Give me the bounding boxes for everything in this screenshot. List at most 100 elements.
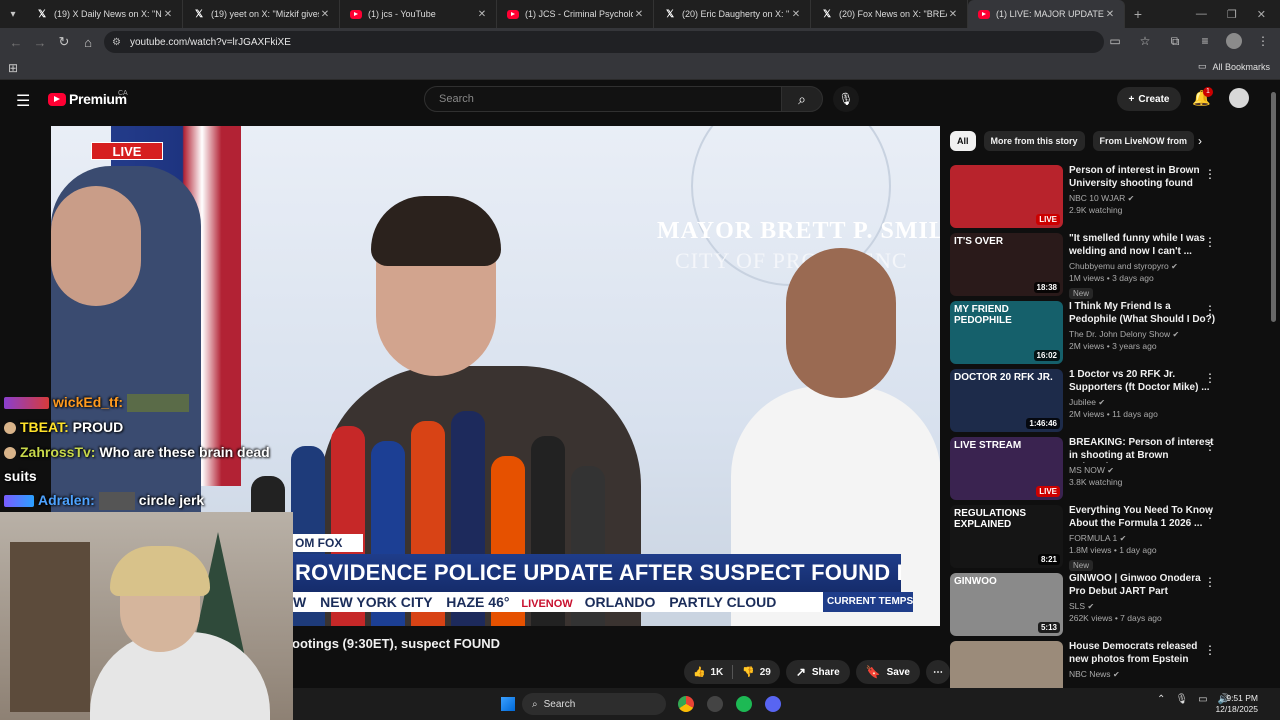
chip-all[interactable]: All — [950, 131, 976, 151]
reload-icon[interactable]: ↻ — [52, 34, 76, 50]
browser-tab[interactable]: 𝕏 (19) X Daily News on X: "NEWS✕ — [26, 0, 183, 28]
account-avatar[interactable] — [1229, 88, 1249, 108]
more-vertical-icon[interactable]: ⋮ — [1204, 643, 1216, 657]
browser-tab[interactable]: (1) JCS - Criminal Psychology -✕ — [497, 0, 654, 28]
channel-name[interactable]: Chubbyemu and styropyro ✔ — [1069, 261, 1217, 271]
tab-close-icon[interactable]: ✕ — [947, 9, 959, 20]
dislike-button[interactable]: 👎 29 — [733, 667, 780, 678]
video-thumbnail[interactable]: DOCTOR 20 RFK JR. 1:46:46 — [950, 369, 1063, 432]
tab-close-icon[interactable]: ✕ — [476, 9, 488, 20]
new-tab-button[interactable]: + — [1125, 6, 1151, 22]
apps-grid-icon[interactable]: ⊞ — [8, 61, 18, 75]
spotify-icon[interactable] — [736, 696, 752, 712]
chip-more-from-story[interactable]: More from this story — [983, 131, 1085, 151]
taskbar-search[interactable]: ⌕ Search — [522, 693, 666, 715]
windows-start-icon[interactable] — [501, 697, 515, 711]
create-button[interactable]: + Create — [1117, 87, 1181, 111]
more-vertical-icon[interactable]: ⋮ — [1204, 235, 1216, 249]
tab-close-icon[interactable]: ✕ — [162, 9, 174, 20]
more-vertical-icon[interactable]: ⋮ — [1204, 439, 1216, 453]
obs-icon[interactable] — [707, 696, 723, 712]
network-icon[interactable]: ▭ — [1198, 694, 1207, 705]
video-title[interactable]: 1 Doctor vs 20 RFK Jr. Supporters (ft Do… — [1069, 369, 1217, 395]
tab-close-icon[interactable]: ✕ — [633, 9, 645, 20]
like-dislike-group: 👍 1K 👎 29 — [684, 660, 780, 684]
extensions-icon[interactable]: ⧉ — [1166, 32, 1184, 50]
back-icon[interactable]: ← — [4, 35, 28, 50]
video-thumbnail[interactable]: LIVE — [950, 165, 1063, 228]
youtube-logo[interactable]: Premium — [48, 91, 127, 107]
channel-name[interactable]: Jubilee ✔ — [1069, 397, 1217, 407]
more-vertical-icon[interactable]: ⋮ — [1204, 303, 1216, 317]
cast-icon[interactable]: ▭ — [1106, 32, 1124, 50]
more-vertical-icon[interactable]: ⋮ — [1204, 575, 1216, 589]
taskbar-clock[interactable]: 9:51 PM 12/18/2025 — [1215, 693, 1258, 715]
video-thumbnail[interactable]: GINWOO 5:13 — [950, 573, 1063, 636]
tab-close-icon[interactable]: ✕ — [790, 9, 802, 20]
video-title[interactable]: I Think My Friend Is a Pedophile (What S… — [1069, 301, 1217, 327]
reading-list-icon[interactable]: ≡ — [1196, 32, 1214, 50]
channel-name[interactable]: The Dr. John Delony Show ✔ — [1069, 329, 1217, 339]
menu-icon[interactable]: ☰ — [16, 91, 30, 111]
voice-search-button[interactable]: 🎙 — [833, 86, 859, 112]
more-actions-button[interactable]: ⋯ — [926, 660, 950, 684]
browser-tab[interactable]: (1) jcs - YouTube ✕ — [340, 0, 497, 28]
video-thumbnail[interactable]: IT'S OVER 18:38 — [950, 233, 1063, 296]
video-thumbnail[interactable]: LIVE STREAM LIVE — [950, 437, 1063, 500]
profile-avatar[interactable] — [1226, 33, 1242, 49]
recommendation-item[interactable]: MY FRIEND PEDOPHILE 16:02 I Think My Frien… — [950, 301, 1230, 369]
more-vertical-icon[interactable]: ⋮ — [1204, 371, 1216, 385]
address-bar[interactable]: ⚙ youtube.com/watch?v=lrJGAXFkiXE — [104, 31, 1104, 53]
page-scrollbar[interactable] — [1271, 92, 1276, 322]
tab-close-icon[interactable]: ✕ — [319, 9, 331, 20]
microphone-icon[interactable]: 🎙 — [1175, 694, 1188, 705]
more-vertical-icon[interactable]: ⋮ — [1204, 507, 1216, 521]
video-title[interactable]: Everything You Need To Know About the Fo… — [1069, 505, 1217, 531]
chevron-up-icon[interactable]: ⌃ — [1157, 694, 1165, 705]
recommendation-item[interactable]: IT'S OVER 18:38 "It smelled funny while I … — [950, 233, 1230, 301]
browser-tab[interactable]: 𝕏 (20) Fox News on X: "BREAKING✕ — [811, 0, 968, 28]
site-info-icon[interactable]: ⚙ — [112, 37, 124, 48]
video-thumbnail[interactable]: REGULATIONS EXPLAINED 8:21 — [950, 505, 1063, 568]
bookmark-star-icon[interactable]: ☆ — [1136, 32, 1154, 50]
recommendation-item[interactable]: GINWOO 5:13 GINWOO | Ginwoo Onodera Pro De… — [950, 573, 1230, 641]
channel-name[interactable]: MS NOW ✔ — [1069, 465, 1217, 475]
verified-icon: ✔ — [1119, 534, 1127, 543]
all-bookmarks-button[interactable]: ▭ All Bookmarks — [1198, 61, 1270, 72]
video-title[interactable]: Person of interest in Brown University s… — [1069, 165, 1217, 191]
minimize-icon[interactable]: — — [1196, 8, 1207, 20]
recommendation-item[interactable]: REGULATIONS EXPLAINED 8:21 Everything You … — [950, 505, 1230, 573]
save-button[interactable]: 🔖 Save — [855, 660, 920, 684]
tab-search-icon[interactable]: ▾ — [0, 0, 26, 28]
chevron-right-icon[interactable]: › — [1198, 134, 1202, 148]
like-button[interactable]: 👍 1K — [684, 667, 732, 678]
video-title[interactable]: GINWOO | Ginwoo Onodera Pro Debut JART P… — [1069, 573, 1217, 599]
browser-tab[interactable]: 𝕏 (20) Eric Daugherty on X: " ✕ — [654, 0, 811, 28]
home-icon[interactable]: ⌂ — [76, 35, 100, 50]
channel-name[interactable]: FORMULA 1 ✔ — [1069, 533, 1217, 543]
browser-tab[interactable]: 𝕏 (19) yeet on X: "Mizkif gives a s✕ — [183, 0, 340, 28]
tab-close-icon[interactable]: ✕ — [1104, 9, 1116, 20]
share-button[interactable]: ↗ Share — [785, 660, 850, 684]
channel-name[interactable]: SLS ✔ — [1069, 601, 1217, 611]
recommendation-item[interactable]: LIVE STREAM LIVE BREAKING: Person of inter… — [950, 437, 1230, 505]
more-vertical-icon[interactable]: ⋮ — [1204, 167, 1216, 181]
channel-name[interactable]: NBC News ✔ — [1069, 669, 1217, 679]
close-window-icon[interactable]: ✕ — [1257, 8, 1266, 21]
search-button[interactable]: ⌕ — [781, 86, 823, 112]
forward-icon[interactable]: → — [28, 35, 52, 50]
chrome-icon[interactable] — [678, 696, 694, 712]
chip-from-channel[interactable]: From LiveNOW from — [1092, 131, 1195, 151]
recommendation-item[interactable]: DOCTOR 20 RFK JR. 1:46:46 1 Doctor vs 20 R… — [950, 369, 1230, 437]
video-thumbnail[interactable]: MY FRIEND PEDOPHILE 16:02 — [950, 301, 1063, 364]
video-title[interactable]: BREAKING: Person of interest in shooting… — [1069, 437, 1217, 463]
maximize-icon[interactable]: ❐ — [1227, 8, 1237, 21]
discord-icon[interactable] — [765, 696, 781, 712]
video-title[interactable]: "It smelled funny while I was welding an… — [1069, 233, 1217, 259]
recommendation-item[interactable]: LIVE Person of interest in Brown Universi… — [950, 165, 1230, 233]
browser-menu-icon[interactable]: ⋮ — [1254, 32, 1272, 50]
video-title[interactable]: House Democrats released new photos from… — [1069, 641, 1217, 667]
channel-name[interactable]: NBC 10 WJAR ✔ — [1069, 193, 1217, 203]
browser-tab[interactable]: (1) LIVE: MAJOR UPDATE in ✕ — [968, 0, 1125, 28]
search-input[interactable]: Search — [424, 86, 782, 112]
